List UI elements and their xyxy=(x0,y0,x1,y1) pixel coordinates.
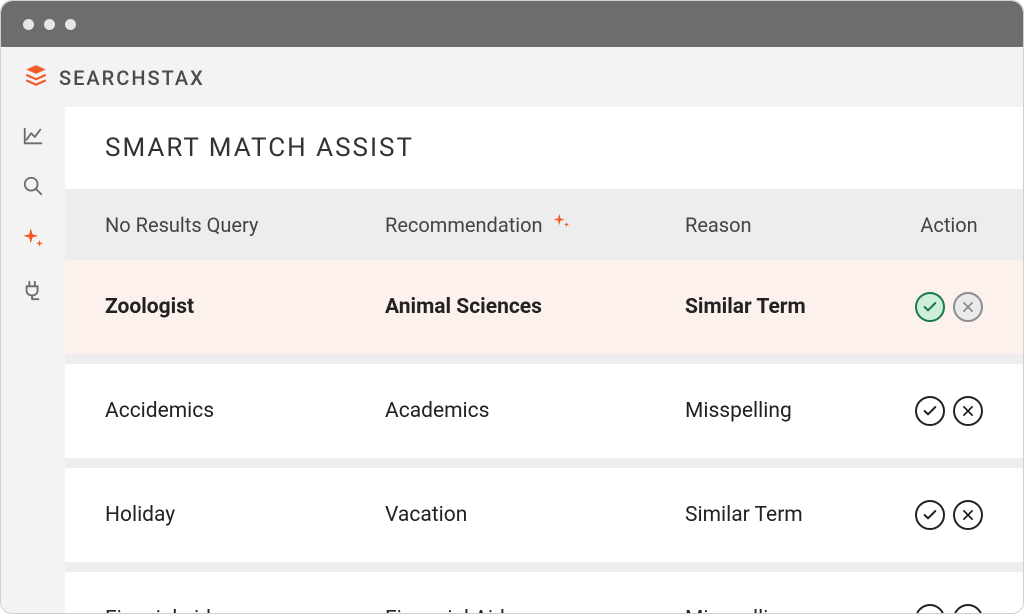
reject-button[interactable] xyxy=(953,604,983,614)
col-query: No Results Query xyxy=(105,213,385,237)
plugin-icon[interactable] xyxy=(22,279,44,301)
cell-query: Fiancial aid xyxy=(105,607,385,614)
cell-reason: Similar Term xyxy=(685,295,915,319)
approve-button[interactable] xyxy=(915,292,945,322)
cell-recommendation: Animal Sciences xyxy=(385,295,685,319)
table-row: Fiancial aidFinancial AidMisspelling xyxy=(65,562,1023,614)
col-recommendation: Recommendation xyxy=(385,211,685,238)
table-row: HolidayVacationSimilar Term xyxy=(65,458,1023,562)
analytics-icon[interactable] xyxy=(22,125,44,147)
cell-query: Accidemics xyxy=(105,399,385,423)
reject-button[interactable] xyxy=(953,396,983,426)
brand-name: SEARCHSTAX xyxy=(59,66,205,90)
cell-actions xyxy=(915,396,983,426)
sparkle-icon xyxy=(551,211,573,238)
col-action: Action xyxy=(915,213,983,237)
cell-query: Holiday xyxy=(105,503,385,527)
table-body: ZoologistAnimal SciencesSimilar TermAcci… xyxy=(65,260,1023,614)
cell-actions xyxy=(915,604,983,614)
brand-logo-icon xyxy=(23,63,49,93)
app-window: SEARCHSTAX xyxy=(0,0,1024,614)
col-reason: Reason xyxy=(685,213,915,237)
page-title: SMART MATCH ASSIST xyxy=(65,107,1023,189)
window-titlebar xyxy=(1,1,1023,47)
cell-reason: Misspelling xyxy=(685,399,915,423)
content-area: SMART MATCH ASSIST No Results Query Reco… xyxy=(65,107,1023,613)
main-area: SMART MATCH ASSIST No Results Query Reco… xyxy=(1,107,1023,613)
approve-button[interactable] xyxy=(915,396,945,426)
window-dot[interactable] xyxy=(44,19,55,30)
approve-button[interactable] xyxy=(915,604,945,614)
sidebar xyxy=(1,107,65,613)
window-dot[interactable] xyxy=(23,19,34,30)
cell-reason: Misspelling xyxy=(685,607,915,614)
reject-button[interactable] xyxy=(953,292,983,322)
reject-button[interactable] xyxy=(953,500,983,530)
sparkle-icon[interactable] xyxy=(20,225,46,251)
cell-recommendation: Financial Aid xyxy=(385,607,685,614)
cell-query: Zoologist xyxy=(105,295,385,319)
cell-recommendation: Vacation xyxy=(385,503,685,527)
brand-row: SEARCHSTAX xyxy=(1,47,1023,107)
cell-actions xyxy=(915,500,983,530)
window-dot[interactable] xyxy=(65,19,76,30)
cell-reason: Similar Term xyxy=(685,503,915,527)
approve-button[interactable] xyxy=(915,500,945,530)
table-row: AccidemicsAcademicsMisspelling xyxy=(65,354,1023,458)
table-header: No Results Query Recommendation Reason A… xyxy=(65,189,1023,260)
col-recommendation-label: Recommendation xyxy=(385,213,543,237)
cell-recommendation: Academics xyxy=(385,399,685,423)
cell-actions xyxy=(915,292,983,322)
search-icon[interactable] xyxy=(22,175,44,197)
table-row: ZoologistAnimal SciencesSimilar Term xyxy=(65,260,1023,354)
